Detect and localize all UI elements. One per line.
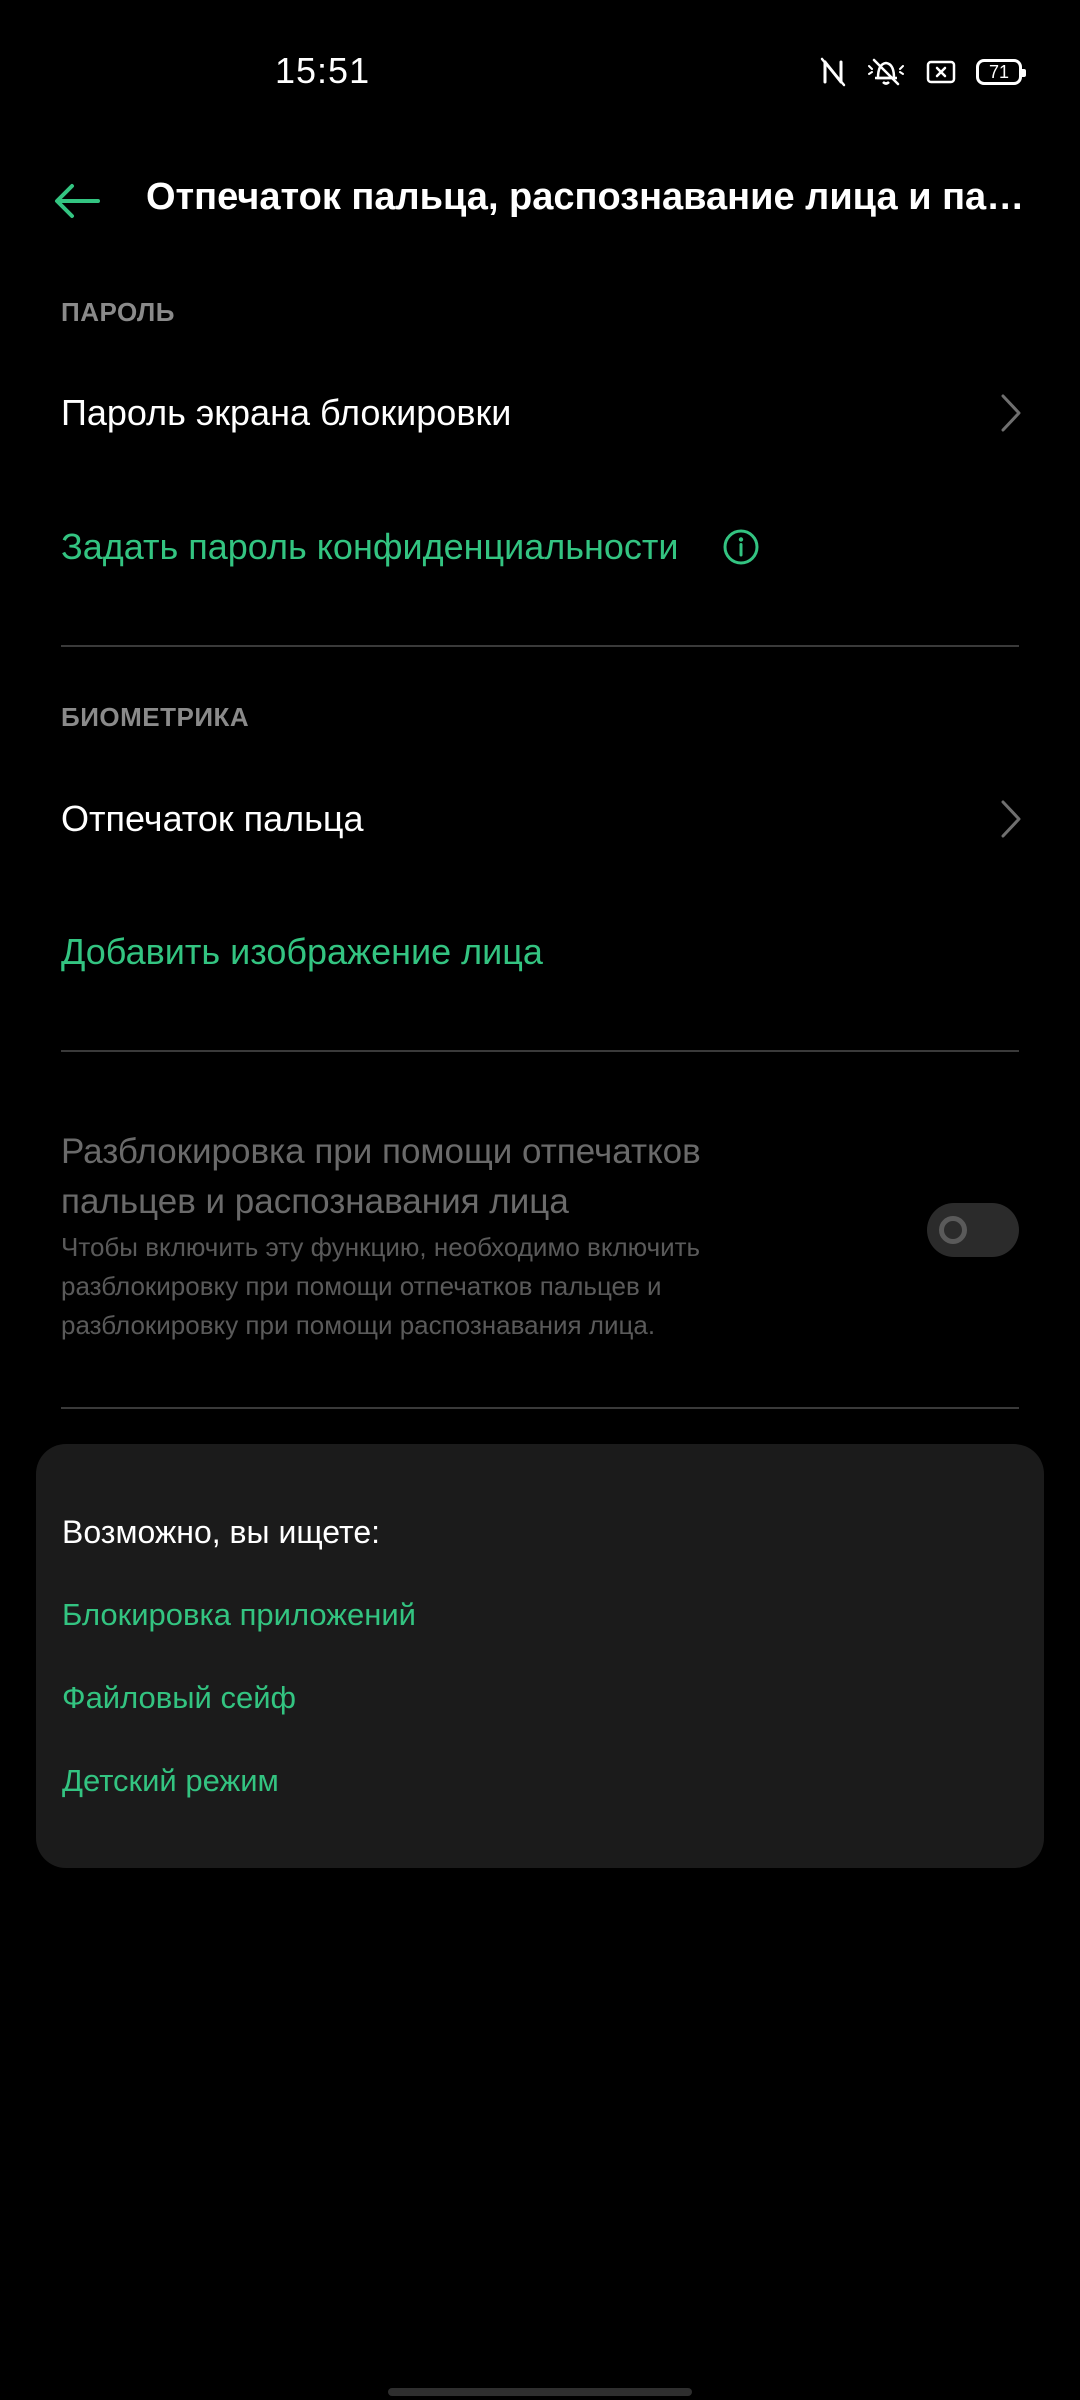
combined-unlock-title: Разблокировка при помощи отпечатков паль… bbox=[61, 1132, 701, 1221]
fingerprint-label: Отпечаток пальца bbox=[61, 798, 364, 839]
app-bar: Отпечаток пальца, распознавание лица и п… bbox=[0, 150, 1080, 250]
suggestion-app-lock-link[interactable]: Блокировка приложений bbox=[62, 1597, 416, 1633]
toggle-knob bbox=[939, 1216, 967, 1244]
combined-unlock-description: Чтобы включить эту функцию, необходимо в… bbox=[61, 1232, 701, 1340]
suggestion-kids-mode-link[interactable]: Детский режим bbox=[62, 1763, 279, 1799]
fingerprint-item[interactable]: Отпечаток пальца bbox=[0, 759, 1080, 879]
lock-screen-password-label: Пароль экрана блокировки bbox=[61, 392, 512, 433]
divider bbox=[61, 1050, 1019, 1052]
back-button[interactable] bbox=[50, 174, 104, 228]
section-header-password: ПАРОЛЬ bbox=[61, 297, 175, 327]
battery-icon: 71 bbox=[976, 59, 1026, 85]
divider bbox=[61, 645, 1019, 647]
sim-icon bbox=[926, 59, 956, 85]
combined-unlock-item[interactable]: Разблокировка при помощи отпечатков паль… bbox=[0, 1115, 1080, 1355]
status-bar: 15:51 71 bbox=[0, 0, 1080, 140]
info-icon[interactable] bbox=[722, 528, 760, 566]
lock-screen-password-item[interactable]: Пароль экрана блокировки bbox=[0, 353, 1080, 473]
gesture-nav-handle[interactable] bbox=[388, 2388, 692, 2396]
add-face-label: Добавить изображение лица bbox=[61, 931, 543, 972]
divider bbox=[61, 1407, 1019, 1409]
nfc-off-icon bbox=[820, 57, 846, 87]
page-title: Отпечаток пальца, распознавание лица и п… bbox=[146, 176, 1026, 218]
chevron-right-icon bbox=[1001, 800, 1021, 838]
add-face-item[interactable]: Добавить изображение лица bbox=[0, 892, 1080, 1012]
suggestions-title: Возможно, вы ищете: bbox=[62, 1514, 380, 1550]
chevron-right-icon bbox=[1001, 394, 1021, 432]
suggestion-file-safe-link[interactable]: Файловый сейф bbox=[62, 1680, 296, 1716]
arrow-left-icon bbox=[55, 184, 100, 218]
status-icons: 71 bbox=[820, 52, 1026, 92]
battery-level: 71 bbox=[988, 61, 1010, 82]
section-header-biometrics: БИОМЕТРИКА bbox=[61, 702, 250, 732]
status-time: 15:51 bbox=[275, 50, 371, 91]
suggestions-card: Возможно, вы ищете: Блокировка приложени… bbox=[36, 1444, 1044, 1868]
combined-unlock-toggle[interactable] bbox=[927, 1203, 1019, 1257]
privacy-password-item[interactable]: Задать пароль конфиденциальности bbox=[0, 487, 1080, 607]
privacy-password-label: Задать пароль конфиденциальности bbox=[61, 526, 679, 567]
bell-off-icon bbox=[866, 56, 906, 88]
